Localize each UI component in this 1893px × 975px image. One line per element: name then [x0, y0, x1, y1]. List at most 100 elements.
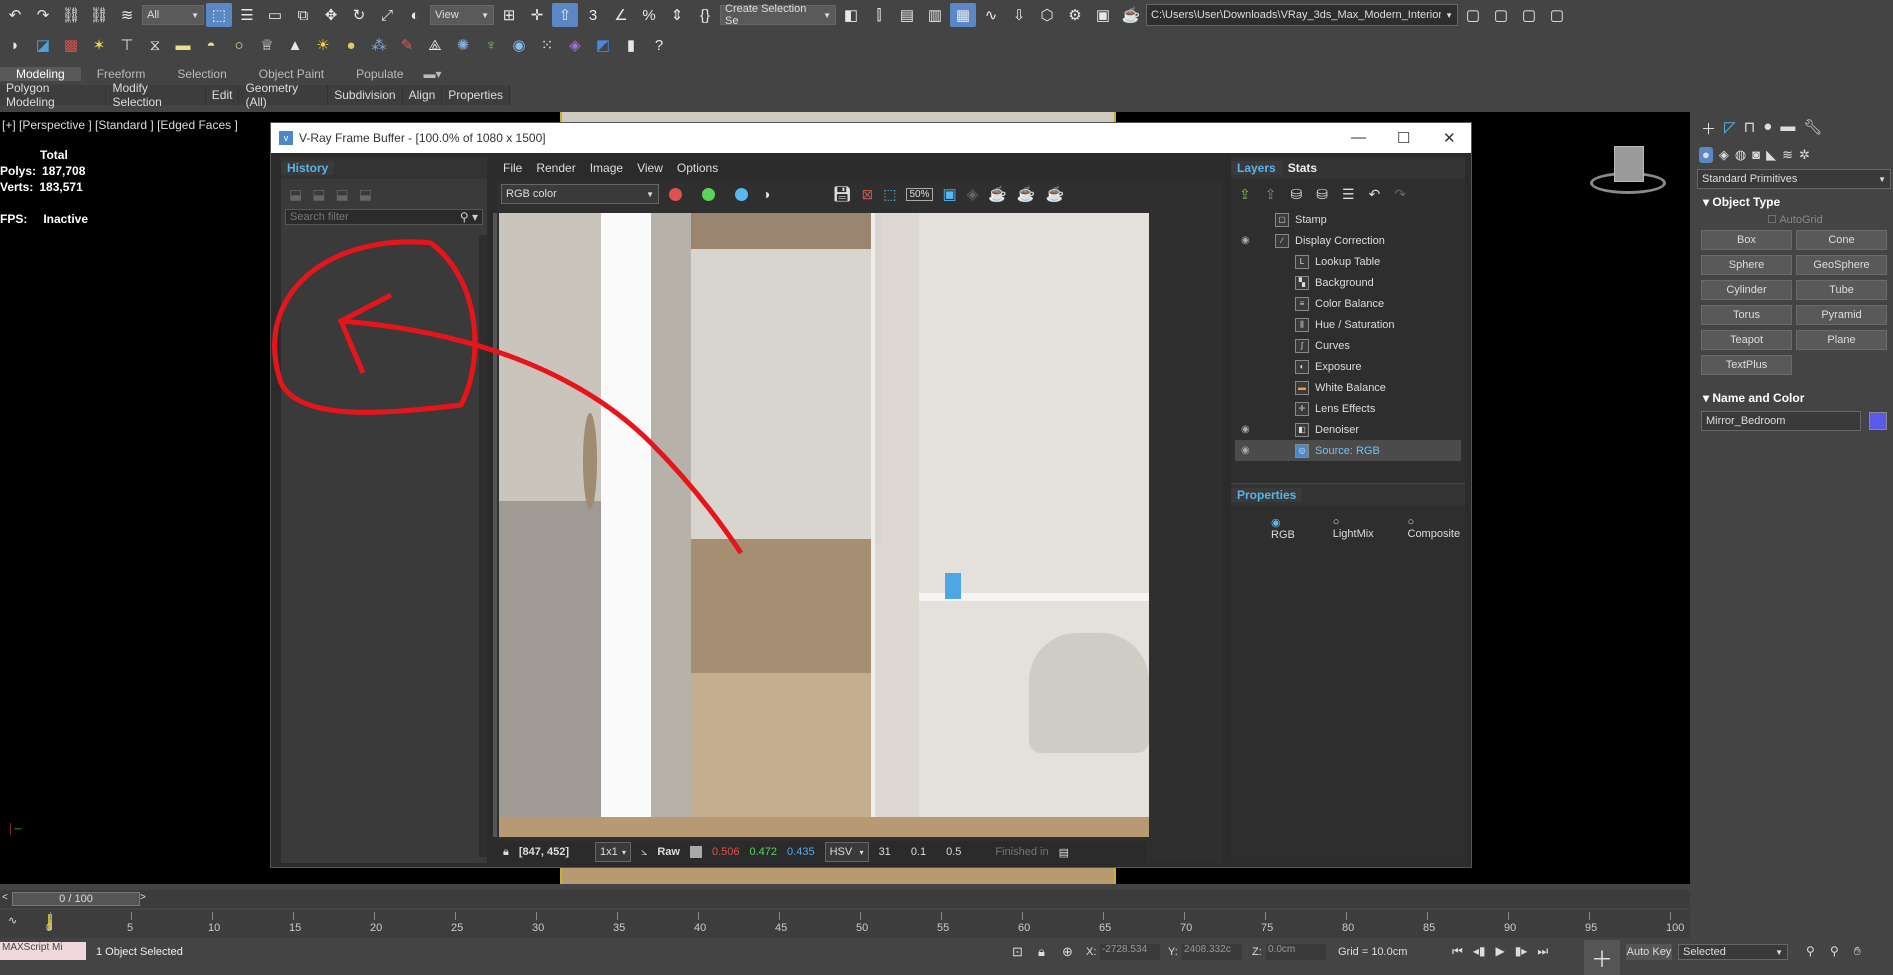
rendered-frame-icon[interactable]: ▣ [1090, 3, 1116, 27]
previous-key-icon[interactable]: ◂▮ [1473, 944, 1486, 959]
isolate-icon[interactable]: ⊡ [1012, 944, 1023, 960]
tab-freeform[interactable]: Freeform [81, 67, 162, 81]
track-bar[interactable]: ∿ 0 5 10 15 20 25 30 35 40 45 50 55 60 65 70 75 80 85 90 95… [0, 910, 1690, 938]
autogrid-checkbox[interactable]: ☐ AutoGrid [1695, 211, 1893, 230]
time-slider-thumb[interactable]: 0 / 100 [12, 892, 140, 906]
undo-icon[interactable]: ↶ [2, 3, 28, 27]
mesh-light-icon[interactable]: ♕ [254, 33, 280, 57]
ref-coord-dropdown[interactable]: View ▼ [430, 5, 494, 25]
named-selection-dropdown[interactable]: Create Selection Se ▼ [720, 3, 836, 27]
tab-modeling[interactable]: Modeling [0, 67, 81, 81]
keyboard-shortcut-icon[interactable]: ⇧ [552, 3, 578, 27]
tab-selection[interactable]: Selection [161, 67, 242, 81]
z-coordinate-field[interactable]: 0.0cm [1266, 944, 1326, 960]
modify-tab-icon[interactable]: ◸ [1724, 118, 1736, 139]
project-path-dropdown[interactable]: C:\Users\User\Downloads\VRay_3ds_Max_Mod… [1146, 4, 1458, 26]
render-setup-icon[interactable]: ⚙ [1062, 3, 1088, 27]
sphere-light-icon[interactable]: ○ [226, 33, 252, 57]
layer-explorer-icon[interactable]: ▤ [894, 3, 920, 27]
next-key-icon[interactable]: ▮▸ [1515, 944, 1528, 959]
create-tab-icon[interactable]: ＋ [1701, 118, 1716, 139]
display-tab-icon[interactable]: ▬ [1780, 118, 1795, 139]
link-icon[interactable]: ⛓ [58, 3, 84, 27]
vray-cloud-icon[interactable]: ◩ [590, 33, 616, 57]
sphere-button[interactable]: Sphere [1701, 255, 1792, 275]
cameras-icon[interactable]: ◙ [1752, 147, 1760, 163]
box-button[interactable]: Box [1701, 230, 1792, 250]
zoom-icon[interactable]: ⚲ [1806, 944, 1815, 958]
selection-lock-icon[interactable]: 🔒︎ [1038, 944, 1045, 960]
select-by-name-icon[interactable]: ☰ [234, 3, 260, 27]
rect-selection-icon[interactable]: ▭ [262, 3, 288, 27]
bind-space-warp-icon[interactable]: ≋ [114, 3, 140, 27]
redo-icon[interactable]: ↷ [30, 3, 56, 27]
geometry-icon[interactable]: ● [1699, 147, 1713, 163]
ambient-light-icon[interactable]: ⧖ [142, 33, 168, 57]
fur-icon[interactable]: ✎ [394, 33, 420, 57]
utilities-tab-icon[interactable]: 🔧︎ [1803, 118, 1822, 139]
sun-icon[interactable]: ☀ [310, 33, 336, 57]
placement-icon[interactable]: ◐ [402, 3, 428, 27]
dome-light-icon[interactable]: ◓ [198, 33, 224, 57]
ribbon-toggle-icon[interactable]: ▦ [950, 3, 976, 27]
panel-modify-selection[interactable]: Modify Selection [106, 81, 206, 109]
rotate-icon[interactable]: ↻ [346, 3, 372, 27]
time-slider-track[interactable]: < 0 / 100 > [0, 890, 1690, 908]
tab-populate[interactable]: Populate [340, 67, 419, 81]
motion-tab-icon[interactable]: ● [1763, 118, 1772, 139]
prev-frame-icon[interactable]: < [2, 892, 8, 903]
shapes-icon[interactable]: ◈ [1719, 147, 1729, 163]
pivot-icon[interactable]: ⊞ [496, 3, 522, 27]
disc-light-icon[interactable]: ● [338, 33, 364, 57]
palette-icon[interactable]: ⁙ [534, 33, 560, 57]
curve-mini-icon[interactable]: ∿ [8, 914, 17, 927]
geosphere-button[interactable]: GeoSphere [1796, 255, 1887, 275]
move-icon[interactable]: ✥ [318, 3, 344, 27]
auto-key-button[interactable]: Auto Key [1626, 944, 1672, 960]
primitives-category-dropdown[interactable]: Standard Primitives ▼ [1697, 169, 1891, 189]
zoom-all-icon[interactable]: ⚲ [1830, 944, 1839, 958]
teapot-icon[interactable]: ◗ [2, 33, 28, 57]
mesh-export-icon[interactable]: ✺ [450, 33, 476, 57]
plane-light-icon[interactable]: ▬ [170, 33, 196, 57]
schematic-icon[interactable]: ⇩ [1006, 3, 1032, 27]
cylinder-button[interactable]: Cylinder [1701, 280, 1792, 300]
pyramid-button[interactable]: Pyramid [1796, 305, 1887, 325]
panel-properties[interactable]: Properties [442, 85, 510, 105]
cone-button[interactable]: Cone [1796, 230, 1887, 250]
systems-icon[interactable]: ✲ [1799, 147, 1810, 163]
viewcube[interactable] [1590, 142, 1670, 202]
helpers-icon[interactable]: ◣ [1766, 147, 1776, 163]
project-extra-icon[interactable]: ▢ [1544, 3, 1570, 27]
selection-filter-dropdown[interactable]: All ▼ [142, 5, 204, 25]
spacewarps-icon[interactable]: ≋ [1782, 147, 1793, 163]
cone-light-icon[interactable]: ▲ [282, 33, 308, 57]
teapot-button[interactable]: Teapot [1701, 330, 1792, 350]
proxy-icon[interactable]: ⁂ [366, 33, 392, 57]
curve-editor-icon[interactable]: ∿ [978, 3, 1004, 27]
panel-polygon-modeling[interactable]: Polygon Modeling [0, 81, 107, 109]
window-crossing-icon[interactable]: ⧉ [290, 3, 316, 27]
absolute-mode-icon[interactable]: ⊕ [1062, 944, 1073, 960]
next-frame-icon[interactable]: > [140, 892, 146, 903]
ribbon-options-icon[interactable]: ▬▾ [420, 67, 446, 81]
select-object-icon[interactable]: ⬚ [206, 3, 232, 27]
hierarchy-tab-icon[interactable]: ⊓ [1744, 118, 1756, 139]
set-project-icon[interactable]: ▢ [1488, 3, 1514, 27]
edit-named-sel-icon[interactable]: {} [692, 3, 718, 27]
ies-light-icon[interactable]: ⊤ [114, 33, 140, 57]
vray-render-icon[interactable]: ◪ [30, 33, 56, 57]
project-folder-icon[interactable]: ▢ [1460, 3, 1486, 27]
manipulate-icon[interactable]: ✛ [524, 3, 550, 27]
vfb-icon[interactable]: ▩ [58, 33, 84, 57]
cosmos-icon[interactable]: ▮ [618, 33, 644, 57]
render-icon[interactable]: ☕ [1118, 3, 1144, 27]
go-to-start-icon[interactable]: ⏮︎ [1452, 944, 1463, 959]
panel-subdivision[interactable]: Subdivision [328, 85, 403, 105]
tube-button[interactable]: Tube [1796, 280, 1887, 300]
mirror-icon[interactable]: ◧ [838, 3, 864, 27]
pan-icon[interactable]: ✋︎ [1854, 944, 1861, 959]
angle-snap-icon[interactable]: ∠ [608, 3, 634, 27]
help-icon[interactable]: ? [646, 33, 672, 57]
project-settings-icon[interactable]: ▢ [1516, 3, 1542, 27]
